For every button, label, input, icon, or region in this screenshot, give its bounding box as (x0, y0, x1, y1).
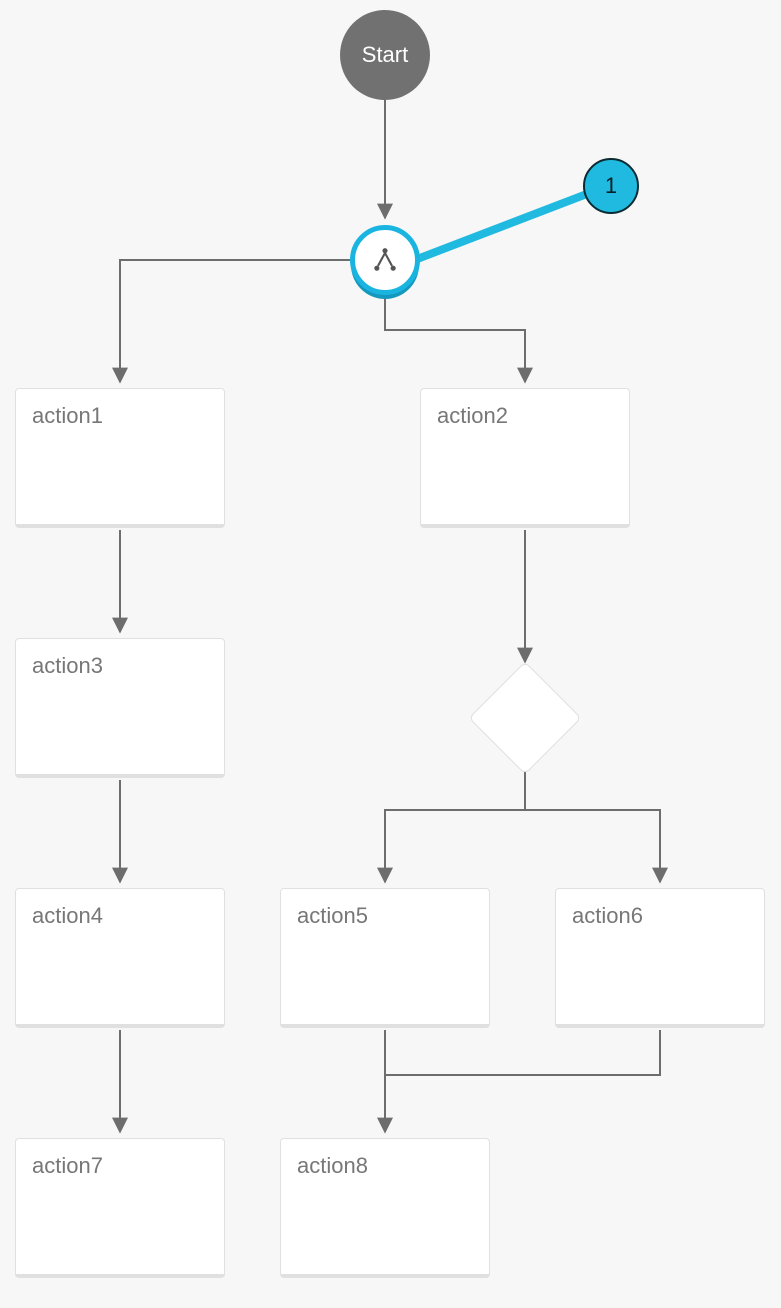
action3-node[interactable]: action3 (15, 638, 225, 778)
edge-decision-action5 (385, 770, 525, 882)
edge-fork-action1 (120, 260, 350, 382)
action6-node[interactable]: action6 (555, 888, 765, 1028)
action3-label: action3 (32, 653, 103, 678)
edge-action6-action8 (385, 1030, 660, 1075)
edge-decision-action6 (525, 770, 660, 882)
callout-line (412, 187, 605, 261)
start-label: Start (362, 42, 408, 68)
action5-label: action5 (297, 903, 368, 928)
action2-label: action2 (437, 403, 508, 428)
action6-label: action6 (572, 903, 643, 928)
callout-label: 1 (605, 173, 617, 199)
start-node[interactable]: Start (340, 10, 430, 100)
action8-node[interactable]: action8 (280, 1138, 490, 1278)
callout-badge-1: 1 (583, 158, 639, 214)
action2-node[interactable]: action2 (420, 388, 630, 528)
action4-node[interactable]: action4 (15, 888, 225, 1028)
action1-node[interactable]: action1 (15, 388, 225, 528)
action7-label: action7 (32, 1153, 103, 1178)
action5-node[interactable]: action5 (280, 888, 490, 1028)
action1-label: action1 (32, 403, 103, 428)
fork-node[interactable] (350, 225, 420, 295)
action7-node[interactable]: action7 (15, 1138, 225, 1278)
fork-icon (371, 246, 399, 274)
edge-fork-action2 (385, 298, 525, 382)
action4-label: action4 (32, 903, 103, 928)
action8-label: action8 (297, 1153, 368, 1178)
